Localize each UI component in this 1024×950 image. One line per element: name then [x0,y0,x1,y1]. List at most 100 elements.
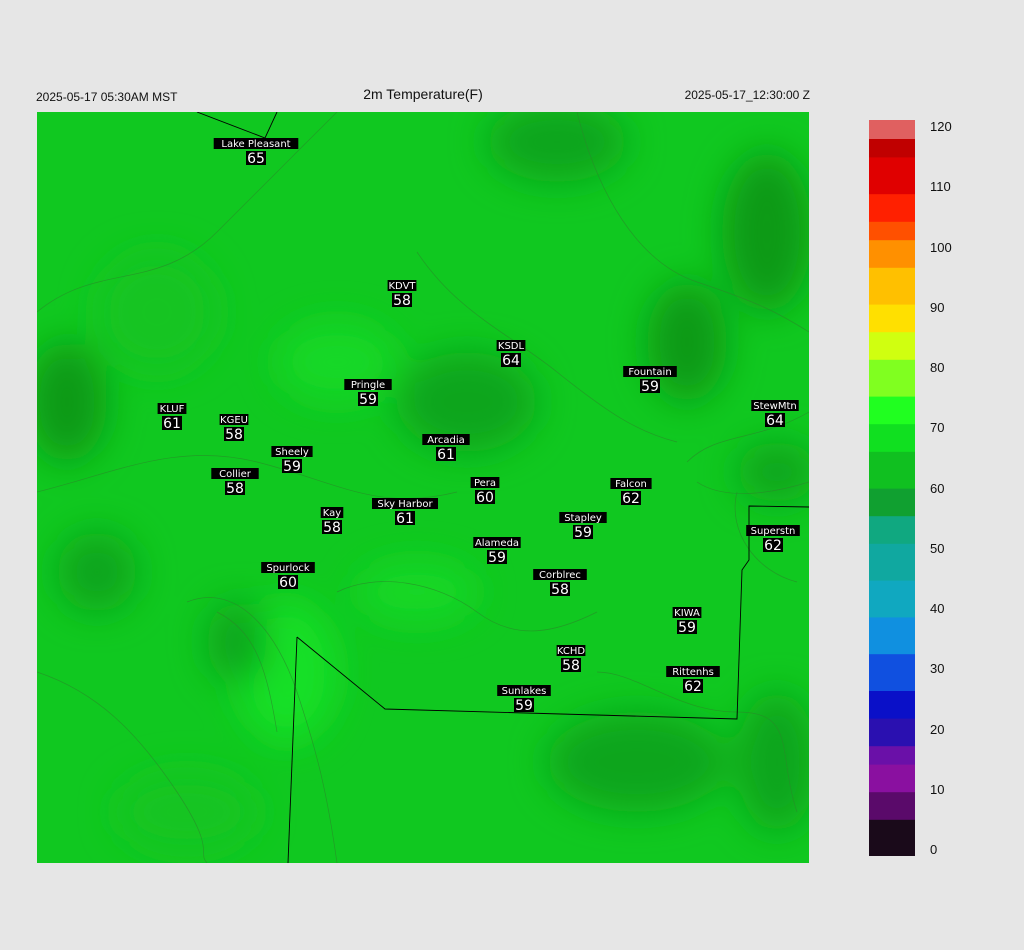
station-value: 62 [764,538,782,554]
color-scale-band [869,166,915,176]
station-name: Pera [474,478,496,489]
color-scale-tick-120: 120 [930,119,952,134]
color-scale-band [869,331,915,342]
color-scale-band [869,800,915,811]
color-scale-band [869,120,915,130]
color-scale-band [869,653,915,664]
color-scale-band [869,359,915,369]
color-scale-band [869,819,915,829]
color-scale-band [869,764,915,774]
station-name: Rittenhs [672,667,714,678]
color-scale-band [869,828,915,839]
color-scale-band [869,543,915,553]
station-value: 58 [393,293,411,309]
color-scale-band [869,644,915,655]
color-scale-band [869,810,915,820]
color-scale-tick-0: 0 [930,842,938,857]
color-scale-band [869,662,915,673]
color-scale-band [869,193,915,204]
station-value: 61 [437,447,455,463]
station-value: 64 [502,353,520,369]
color-scale-tick-90: 90 [930,299,945,315]
station-name: Pringle [351,380,385,391]
station-name: KDVT [388,281,416,292]
color-scale-band [869,285,915,296]
color-scale-band [869,561,915,572]
color-scale-tick-50: 50 [930,540,945,556]
color-scale-band [869,414,915,425]
station-value: 58 [323,520,341,536]
color-scale-band [869,377,915,388]
station-name: StewMtn [753,401,797,412]
color-scale-tick-60: 60 [930,480,945,496]
station-name: Arcadia [427,435,465,446]
station-value: 61 [396,511,414,527]
color-scale-tick-110: 110 [930,179,951,195]
color-scale-band [869,184,915,195]
station-value: 59 [515,698,533,714]
color-scale-band [869,589,915,599]
color-scale-band [869,506,915,517]
station-value: 64 [766,413,784,429]
color-scale-band [869,442,915,452]
color-scale-band [869,727,915,737]
color-scale-tick-80: 80 [930,360,945,375]
color-scale-band [869,294,915,305]
temperature-map: Lake Pleasant65KDVT58KSDL64Fountain59Pri… [37,112,809,863]
color-scale-band [869,248,915,259]
color-scale-band [869,791,915,802]
color-scale-band [869,534,915,544]
color-scale-band [869,497,915,507]
station-value: 59 [488,550,506,566]
color-scale-band [869,672,915,682]
color-scale-band [869,267,915,277]
color-scale-tick-70: 70 [930,420,945,436]
station-name: KCHD [557,646,586,657]
utc-time-label: 2025-05-17_12:30:00 Z [684,88,810,102]
color-scale-band [869,736,915,747]
station-name: Fountain [628,367,671,378]
station-name: KLUF [160,404,185,415]
color-scale-band [869,230,915,241]
station-name: Alameda [475,538,519,549]
color-scale-band [869,129,915,139]
color-scale-band [869,304,915,314]
color-scale-band [869,635,915,645]
color-scale-band [869,773,915,783]
color-scale-band [869,846,915,856]
station-name: Falcon [615,479,647,490]
station-name: Corblrec [539,570,581,581]
color-scale-band [869,488,915,498]
color-scale-bar [869,120,915,856]
station-name: Sheely [275,447,309,458]
color-scale-band [869,156,915,167]
station-value: 59 [678,620,696,636]
color-scale-band [869,754,915,765]
station-name: KGEU [220,415,248,426]
color-scale-band [869,276,915,287]
station-value: 58 [225,427,243,443]
station-name: Sky Harbor [377,499,433,510]
station-name: KIWA [674,608,700,619]
color-scale-band [869,350,915,360]
color-scale-band [869,782,915,793]
color-scale-band [869,202,915,213]
station-value: 58 [562,658,580,674]
color-scale-band [869,699,915,710]
station-name: Kay [323,508,342,519]
color-scale-band [869,368,915,379]
color-scale-band [869,515,915,526]
station-value: 59 [574,525,592,541]
color-scale-band [869,552,915,563]
color-scale-band [869,718,915,728]
color-scale-band [869,708,915,719]
station-value: 58 [551,582,569,598]
station-value: 62 [622,491,640,507]
color-scale-tick-30: 30 [930,661,945,677]
station-name: Collier [219,469,252,480]
color-scale-band [869,258,915,268]
color-scale-band [869,138,915,149]
color-scale-band [869,616,915,627]
station-value: 59 [641,379,659,395]
station-name: Sunlakes [502,686,547,697]
